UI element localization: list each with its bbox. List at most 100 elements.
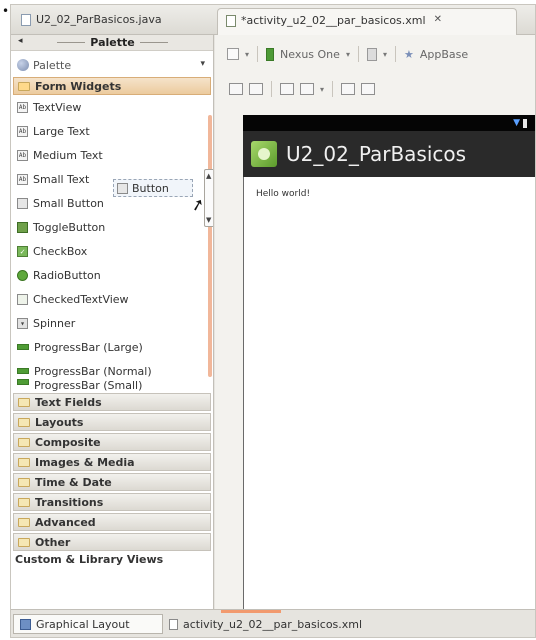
folder-open-icon bbox=[18, 81, 30, 91]
radio-icon bbox=[17, 269, 28, 281]
tab-label: *activity_u2_02__par_basicos.xml bbox=[241, 14, 426, 27]
category-other[interactable]: Other bbox=[13, 533, 211, 551]
chevron-down-icon[interactable]: ▾ bbox=[320, 85, 324, 94]
editor-tab-bar: U2_02_ParBasicos.java *activity_u2_02__p… bbox=[11, 5, 535, 35]
scrollbar-handle[interactable]: ▲ ▼ bbox=[204, 169, 213, 227]
folder-icon bbox=[18, 397, 30, 407]
dragged-button-widget[interactable]: Button bbox=[113, 179, 193, 197]
category-label: Text Fields bbox=[35, 395, 102, 409]
margins-icon[interactable] bbox=[280, 83, 294, 95]
editor-mode-tabs: Graphical Layout activity_u2_02__par_bas… bbox=[11, 609, 535, 637]
device-icon bbox=[266, 47, 275, 61]
device-select[interactable]: Nexus One bbox=[280, 48, 340, 61]
progressbar-icon bbox=[17, 379, 29, 385]
category-label: Form Widgets bbox=[35, 79, 122, 93]
distribute-weights-icon[interactable] bbox=[341, 83, 356, 95]
progressbar-icon bbox=[17, 344, 29, 350]
fill-height-icon[interactable] bbox=[249, 83, 263, 95]
category-time-date[interactable]: Time & Date bbox=[13, 473, 211, 491]
app-title: U2_02_ParBasicos bbox=[286, 142, 467, 166]
category-advanced[interactable]: Advanced bbox=[13, 513, 211, 531]
category-form-widgets[interactable]: Form Widgets bbox=[13, 77, 211, 95]
chevron-down-icon[interactable]: ▾ bbox=[346, 50, 350, 59]
palette-scrollbar[interactable] bbox=[208, 115, 212, 377]
collapse-arrow-icon[interactable]: ◂ bbox=[18, 36, 23, 46]
orientation-icon[interactable] bbox=[366, 47, 377, 61]
java-file-icon bbox=[21, 14, 31, 26]
status-icons: ▼ bbox=[513, 118, 527, 128]
widget-label: ProgressBar (Normal) bbox=[34, 364, 152, 378]
toolbar-separator bbox=[357, 46, 359, 62]
widget-label: TextView bbox=[33, 100, 82, 114]
theme-select[interactable]: AppBase bbox=[420, 48, 468, 61]
palette-mode-value: Palette bbox=[33, 58, 72, 72]
signal-icon: ▼ bbox=[513, 118, 520, 128]
gravity-icon[interactable] bbox=[300, 83, 314, 95]
spinner-icon bbox=[17, 317, 28, 329]
list-bullet: • bbox=[2, 4, 10, 18]
widget-label: Small Button bbox=[33, 196, 104, 210]
layout-editor-canvas: ▾ Nexus One ▾ ▾ ★ AppBase ▾ ▼ U2_02_ParB… bbox=[215, 35, 535, 609]
folder-icon bbox=[18, 437, 30, 447]
layout-toolbar: ▾ bbox=[215, 79, 535, 99]
widget-checkbox[interactable]: CheckBox bbox=[17, 241, 87, 261]
palette-icon bbox=[17, 59, 29, 71]
toolbar-separator bbox=[394, 46, 396, 62]
chevron-down-icon[interactable]: ▾ bbox=[383, 50, 387, 59]
widget-medium-text[interactable]: Medium Text bbox=[17, 145, 103, 165]
device-preview: ▼ U2_02_ParBasicos Hello world! bbox=[243, 115, 535, 609]
category-transitions[interactable]: Transitions bbox=[13, 493, 211, 511]
activity-content-area[interactable]: Hello world! bbox=[243, 177, 535, 609]
widget-progressbar-small[interactable]: ProgressBar (Small) bbox=[17, 379, 142, 391]
widget-small-text[interactable]: Small Text bbox=[17, 169, 89, 189]
folder-icon bbox=[18, 537, 30, 547]
widget-large-text[interactable]: Large Text bbox=[17, 121, 90, 141]
palette-mode-select[interactable]: Palette ▾ bbox=[17, 55, 207, 75]
checked-text-icon bbox=[17, 293, 28, 305]
progressbar-icon bbox=[17, 368, 29, 374]
widget-label: CheckedTextView bbox=[33, 292, 129, 306]
tab-xml-source[interactable]: activity_u2_02__par_basicos.xml bbox=[163, 614, 363, 634]
scroll-down-icon[interactable]: ▼ bbox=[206, 216, 211, 224]
custom-library-views[interactable]: Custom & Library Views bbox=[11, 553, 213, 569]
eclipse-layout-editor: U2_02_ParBasicos.java *activity_u2_02__p… bbox=[10, 4, 536, 638]
chevron-down-icon[interactable]: ▾ bbox=[245, 50, 249, 59]
widget-label: RadioButton bbox=[33, 268, 101, 282]
android-status-bar: ▼ bbox=[243, 115, 535, 131]
category-composite[interactable]: Composite bbox=[13, 433, 211, 451]
scroll-up-icon[interactable]: ▲ bbox=[206, 172, 211, 180]
close-icon[interactable]: ✕ bbox=[434, 14, 442, 25]
app-launcher-icon bbox=[251, 141, 277, 167]
folder-icon bbox=[18, 517, 30, 527]
folder-icon bbox=[18, 457, 30, 467]
widget-checkedtextview[interactable]: CheckedTextView bbox=[17, 289, 129, 309]
widget-togglebutton[interactable]: ToggleButton bbox=[17, 217, 105, 237]
category-layouts[interactable]: Layouts bbox=[13, 413, 211, 431]
category-label: Time & Date bbox=[35, 475, 112, 489]
chevron-down-icon[interactable]: ▾ bbox=[200, 59, 205, 69]
category-text-fields[interactable]: Text Fields bbox=[13, 393, 211, 411]
config-toolbar: ▾ Nexus One ▾ ▾ ★ AppBase bbox=[215, 43, 535, 65]
toolbar-separator bbox=[271, 81, 272, 97]
tab-label: Graphical Layout bbox=[36, 617, 130, 631]
widget-label: ProgressBar (Large) bbox=[34, 340, 143, 354]
tab-java-file[interactable]: U2_02_ParBasicos.java bbox=[13, 8, 209, 35]
fill-width-icon[interactable] bbox=[229, 83, 243, 95]
tab-xml-file[interactable]: *activity_u2_02__par_basicos.xml ✕ bbox=[217, 8, 517, 35]
hello-world-textview[interactable]: Hello world! bbox=[256, 189, 310, 199]
tab-graphical-layout[interactable]: Graphical Layout bbox=[13, 614, 163, 634]
widget-progressbar-large[interactable]: ProgressBar (Large) bbox=[17, 337, 143, 357]
widget-textview[interactable]: TextView bbox=[17, 97, 81, 117]
folder-icon bbox=[18, 497, 30, 507]
category-label: Layouts bbox=[35, 415, 84, 429]
widget-spinner[interactable]: Spinner bbox=[17, 313, 75, 333]
widget-small-button[interactable]: Small Button bbox=[17, 193, 104, 213]
battery-icon bbox=[523, 118, 527, 128]
widget-progressbar-normal[interactable]: ProgressBar (Normal) bbox=[17, 361, 152, 381]
textview-icon bbox=[17, 149, 28, 161]
widget-radiobutton[interactable]: RadioButton bbox=[17, 265, 101, 285]
clear-weights-icon[interactable] bbox=[361, 83, 376, 95]
textview-icon bbox=[17, 101, 28, 113]
category-images-media[interactable]: Images & Media bbox=[13, 453, 211, 471]
config-icon[interactable] bbox=[227, 48, 239, 60]
